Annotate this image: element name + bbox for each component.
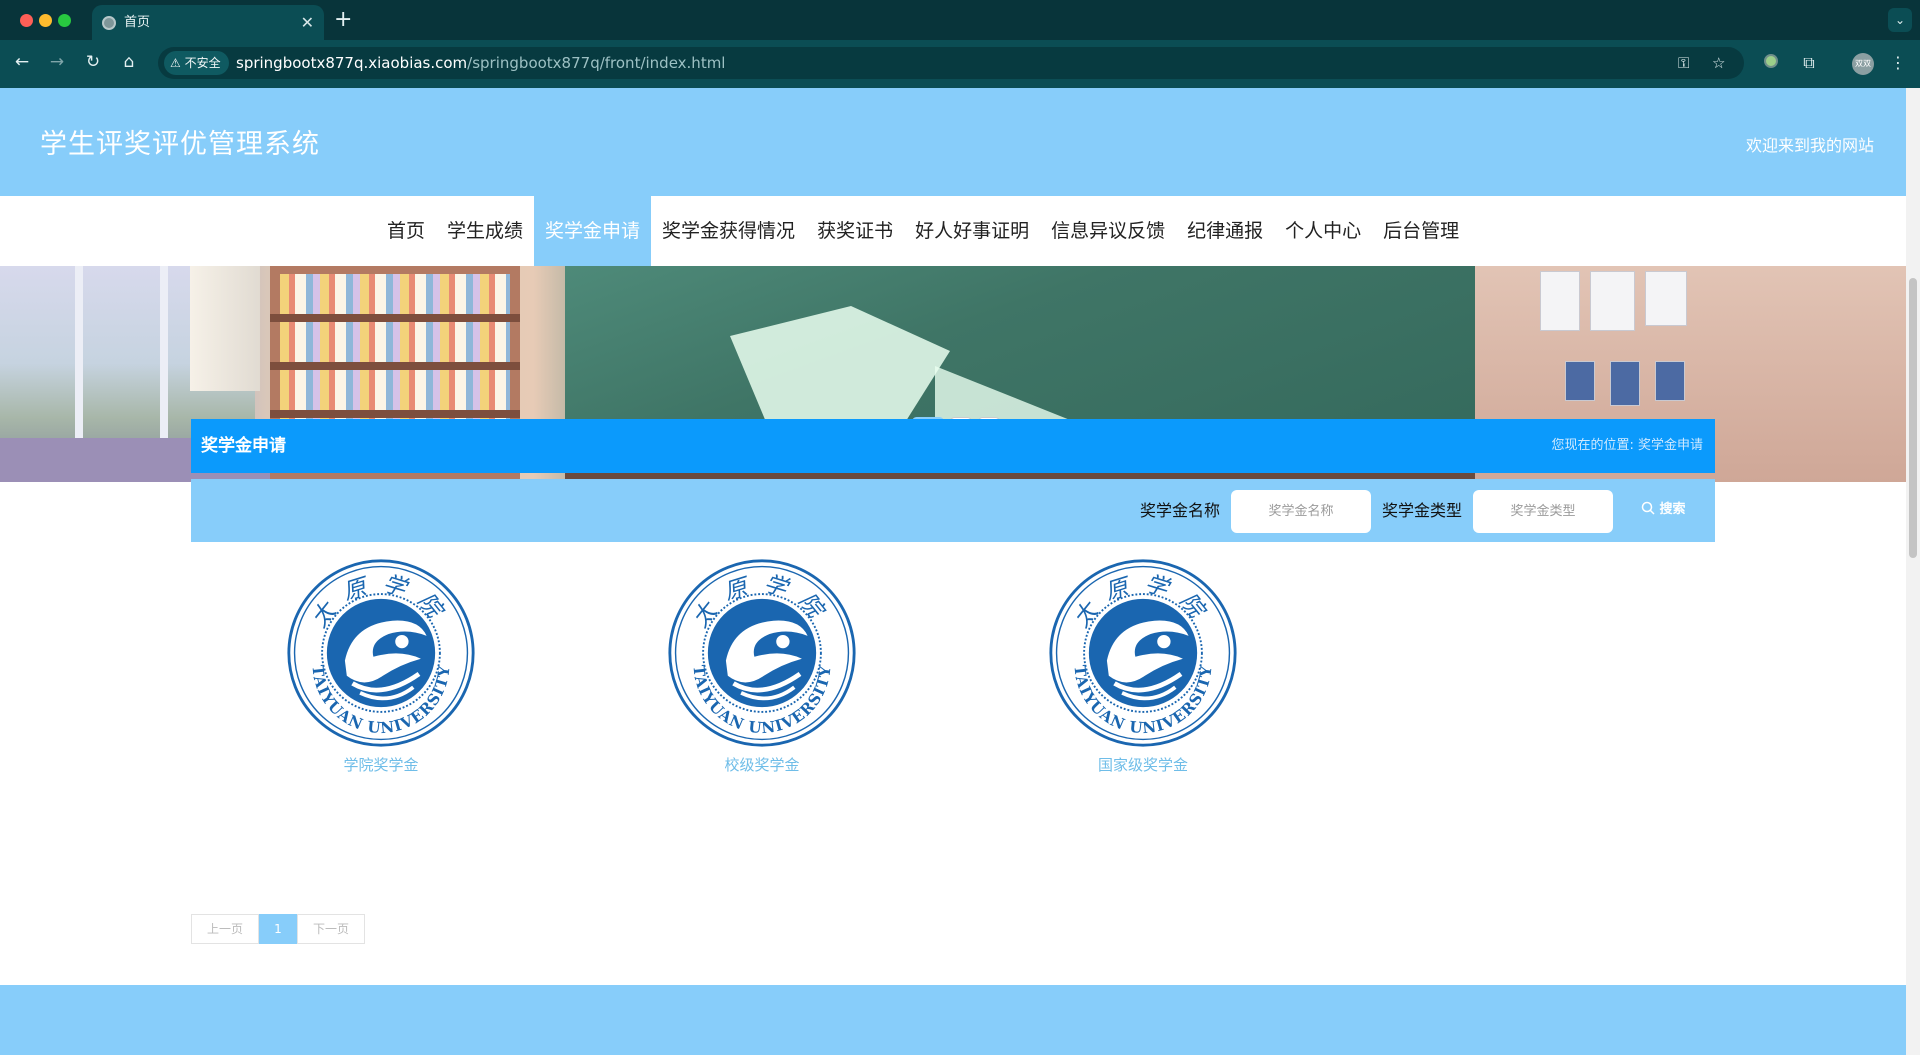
site-header: 学生评奖评优管理系统 欢迎来到我的网站 xyxy=(0,88,1906,196)
page-viewport: 学生评奖评优管理系统 欢迎来到我的网站 首页 学生成绩 奖学金申请 奖学金获得情况 获奖… xyxy=(0,88,1906,1055)
section-title: 奖学金申请 xyxy=(201,436,286,456)
security-chip[interactable]: ⚠ 不安全 xyxy=(164,51,229,75)
tab-search-chevron-icon[interactable]: ⌄ xyxy=(1888,8,1912,32)
nav-item[interactable]: 好人好事证明 xyxy=(904,196,1040,266)
section-title-bar: 奖学金申请 您现在的位置: 奖学金申请 xyxy=(191,419,1715,473)
browser-chrome: 首页 ✕ + ⌄ ← → ↻ ⌂ ⚠ 不安全 springbootx877q.x… xyxy=(0,0,1920,88)
profile-avatar[interactable]: 双双 xyxy=(1852,53,1874,75)
profile-label: 双双 xyxy=(1855,59,1871,68)
scholarship-type-label: 奖学金类型 xyxy=(1382,501,1463,520)
nav-item[interactable]: 信息异议反馈 xyxy=(1040,196,1176,266)
nav-item[interactable]: 后台管理 xyxy=(1372,196,1470,266)
scholarship-name[interactable]: 学院奖学金 xyxy=(266,754,496,775)
url-path: /springbootx877q/front/index.html xyxy=(467,54,726,72)
nav-item[interactable]: 纪律通报 xyxy=(1176,196,1274,266)
search-icon xyxy=(1641,501,1660,517)
scholarship-card[interactable]: 太原学院 TAIYUAN UNIVERSITY 校级奖学金 xyxy=(667,558,857,788)
main-nav: 首页 学生成绩 奖学金申请 奖学金获得情况 获奖证书 好人好事证明 信息异议反馈 纪律通报 个人… xyxy=(0,196,1906,266)
reload-icon[interactable]: ↻ xyxy=(81,50,105,74)
nav-list: 首页 学生成绩 奖学金申请 奖学金获得情况 获奖证书 好人好事证明 信息异议反馈 纪律通报 个人… xyxy=(376,196,1470,266)
scholarship-card[interactable]: 太原学院 TAIYUAN UNIVERSITY 学院奖学金 xyxy=(286,558,476,788)
url-text[interactable]: springbootx877q.xiaobias.com/springbootx… xyxy=(236,47,725,79)
warning-icon: ⚠ xyxy=(170,56,181,70)
close-tab-icon[interactable]: ✕ xyxy=(301,5,314,40)
banner-curtain-illustration xyxy=(190,266,260,391)
tab-strip: 首页 ✕ + ⌄ xyxy=(0,0,1920,40)
back-arrow-icon[interactable]: ← xyxy=(10,50,34,74)
nav-item[interactable]: 首页 xyxy=(376,196,436,266)
home-icon[interactable]: ⌂ xyxy=(117,50,141,74)
security-label: 不安全 xyxy=(184,56,221,70)
scholarship-name[interactable]: 校级奖学金 xyxy=(647,754,877,775)
nav-item[interactable]: 个人中心 xyxy=(1274,196,1372,266)
globe-icon xyxy=(102,16,116,30)
forward-arrow-icon[interactable]: → xyxy=(45,50,69,74)
next-page-button[interactable]: 下一页 xyxy=(297,914,365,944)
prev-page-button[interactable]: 上一页 xyxy=(191,914,259,944)
address-bar[interactable]: ⚠ 不安全 springbootx877q.xiaobias.com/sprin… xyxy=(158,47,1744,79)
browser-menu-icon[interactable]: ⋮ xyxy=(1887,52,1909,74)
breadcrumb-current[interactable]: 奖学金申请 xyxy=(1638,438,1703,453)
new-tab-icon[interactable]: + xyxy=(334,6,352,34)
bookmark-star-icon[interactable]: ☆ xyxy=(1712,51,1725,75)
scholarship-name-label: 奖学金名称 xyxy=(1140,501,1221,520)
scholarship-name[interactable]: 国家级奖学金 xyxy=(1028,754,1258,775)
scholarship-name-input[interactable] xyxy=(1231,490,1371,533)
nav-item[interactable]: 奖学金获得情况 xyxy=(651,196,806,266)
page-scrollbar[interactable] xyxy=(1906,88,1920,1055)
browser-tab[interactable]: 首页 ✕ xyxy=(92,5,324,40)
url-host: springbootx877q.xiaobias.com xyxy=(236,54,468,72)
maximize-window-button[interactable] xyxy=(58,14,71,27)
search-bar: 奖学金名称 奖学金类型 搜索 xyxy=(191,479,1715,542)
university-seal-logo[interactable]: 太原学院 TAIYUAN UNIVERSITY xyxy=(286,558,476,748)
search-button[interactable]: 搜索 xyxy=(1641,495,1686,525)
current-page-button[interactable]: 1 xyxy=(259,914,297,944)
scholarship-card[interactable]: 太原学院 TAIYUAN UNIVERSITY 国家级奖学金 xyxy=(1048,558,1238,788)
close-window-button[interactable] xyxy=(20,14,33,27)
scholarship-type-input[interactable] xyxy=(1473,490,1613,533)
minimize-window-button[interactable] xyxy=(39,14,52,27)
site-footer xyxy=(0,985,1906,1055)
breadcrumb-prefix: 您现在的位置: xyxy=(1551,438,1634,453)
extensions-puzzle-icon[interactable]: ⧉ xyxy=(1798,52,1820,74)
pagination: 上一页 1 下一页 xyxy=(191,914,365,944)
tab-title: 首页 xyxy=(124,15,151,30)
breadcrumb: 您现在的位置: 奖学金申请 xyxy=(1551,419,1703,473)
university-seal-logo[interactable]: 太原学院 TAIYUAN UNIVERSITY xyxy=(1048,558,1238,748)
nav-item[interactable]: 学生成绩 xyxy=(436,196,534,266)
nav-item[interactable]: 获奖证书 xyxy=(806,196,904,266)
key-icon[interactable]: ⚿ xyxy=(1678,51,1689,75)
extension-status-icon[interactable] xyxy=(1760,52,1782,74)
scholarship-list: 太原学院 TAIYUAN UNIVERSITY 学院奖学金 太原学院 TAIYU… xyxy=(191,558,1715,788)
nav-item[interactable]: 奖学金申请 xyxy=(534,196,652,266)
search-button-label: 搜索 xyxy=(1659,502,1686,517)
university-seal-logo[interactable]: 太原学院 TAIYUAN UNIVERSITY xyxy=(667,558,857,748)
scrollbar-thumb[interactable] xyxy=(1909,278,1917,558)
welcome-text: 欢迎来到我的网站 xyxy=(1745,136,1874,155)
site-title: 学生评奖评优管理系统 xyxy=(40,129,320,160)
